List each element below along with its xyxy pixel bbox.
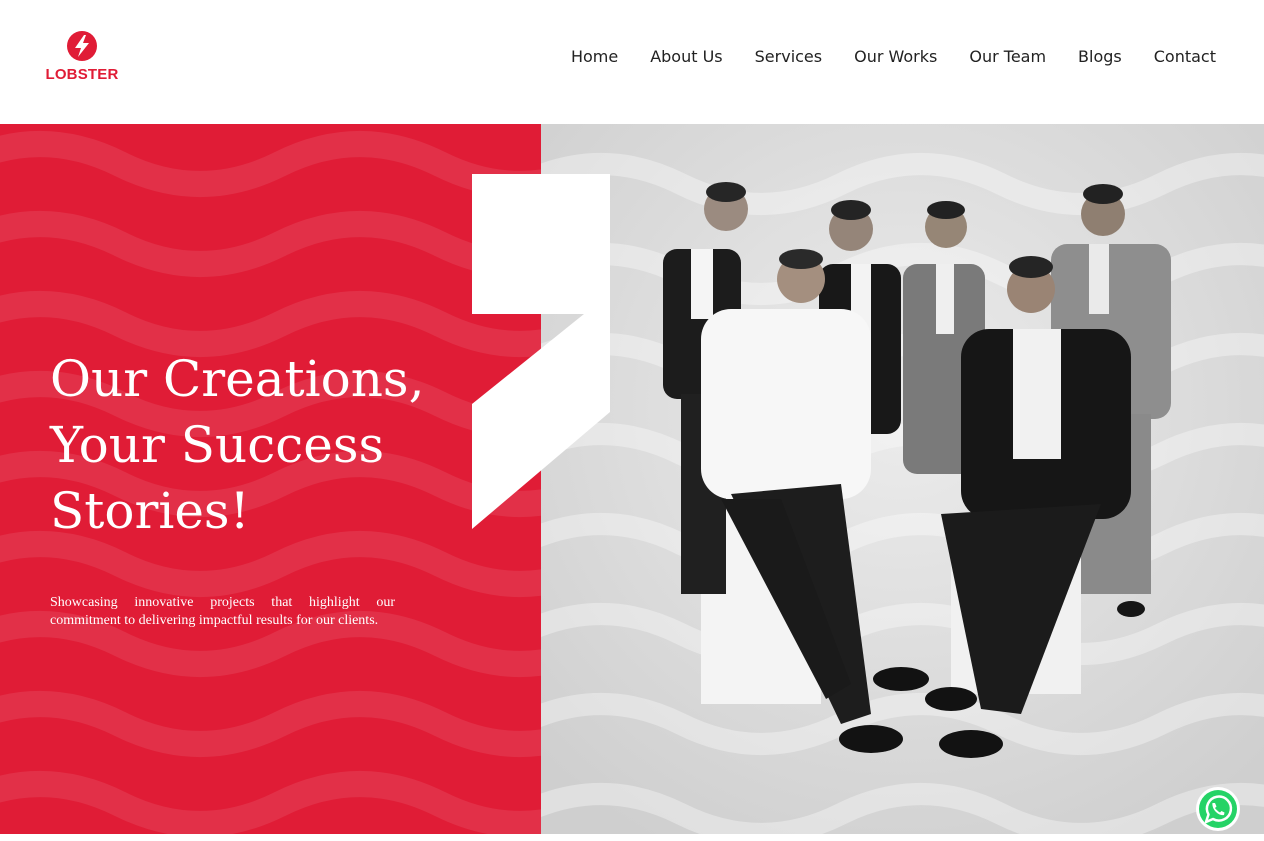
nav-our-team[interactable]: Our Team [969, 46, 1046, 68]
brand-logo[interactable]: LOBSTER [40, 30, 124, 86]
team-photo [541, 124, 1264, 834]
main-nav: Home About Us Services Our Works Our Tea… [571, 46, 1216, 68]
hero-photo-panel [541, 124, 1264, 834]
headline-line-1: Our Creations, [50, 350, 425, 408]
hero-headline: Our Creations, Your Success Stories! [50, 346, 470, 544]
site-header: LOBSTER Home About Us Services Our Works… [0, 0, 1264, 124]
hero-section: Our Creations, Your Success Stories! Sho… [0, 124, 1264, 834]
nav-about-us[interactable]: About Us [650, 46, 722, 68]
nav-home[interactable]: Home [571, 46, 618, 68]
nav-services[interactable]: Services [755, 46, 822, 68]
hero-subtext: Showcasing innovative projects that high… [50, 595, 395, 628]
brand-name: LOBSTER [45, 66, 119, 83]
headline-line-3: Stories! [50, 482, 250, 540]
quote-mark-shape [472, 174, 610, 529]
headline-line-2: Your Success [50, 416, 385, 474]
hero-red-panel: Our Creations, Your Success Stories! Sho… [0, 124, 541, 834]
nav-blogs[interactable]: Blogs [1078, 46, 1122, 68]
nav-contact[interactable]: Contact [1154, 46, 1216, 68]
nav-our-works[interactable]: Our Works [854, 46, 937, 68]
whatsapp-icon[interactable] [1195, 786, 1241, 832]
lobster-logo-icon [67, 31, 97, 61]
